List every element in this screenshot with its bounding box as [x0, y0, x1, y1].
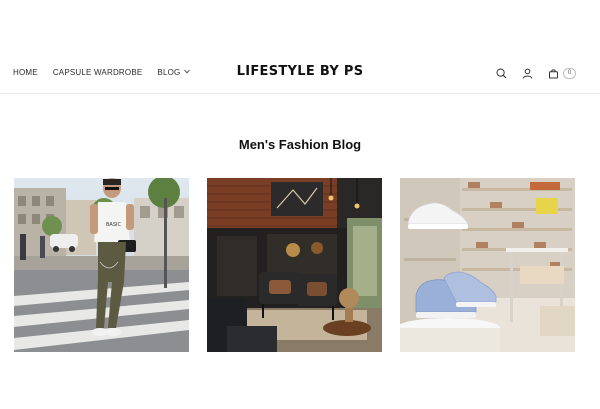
- site-header: HOME CAPSULE WARDROBE BLOG LIFESTYLE BY …: [0, 52, 600, 94]
- man-walking-street-photo: BASIC: [14, 178, 189, 352]
- main-nav: HOME CAPSULE WARDROBE BLOG: [13, 68, 191, 77]
- page-title: Men's Fashion Blog: [238, 137, 362, 152]
- cart-icon: [546, 66, 560, 80]
- header-icons: 0: [494, 66, 576, 80]
- nav-item-capsule-wardrobe[interactable]: CAPSULE WARDROBE: [53, 68, 143, 77]
- chevron-down-icon: [184, 69, 191, 76]
- cart-count-badge: 0: [563, 67, 576, 79]
- nav-item-home[interactable]: HOME: [13, 68, 38, 77]
- blog-card-street-style[interactable]: BASIC: [14, 178, 189, 352]
- nav-item-blog-label: BLOG: [157, 68, 181, 77]
- sneaker-store-display-photo: [400, 178, 575, 352]
- blog-card-interior[interactable]: [207, 178, 382, 352]
- site-logo[interactable]: LIFESTYLE BY PS: [237, 64, 364, 79]
- dark-lounge-interior-photo: [207, 178, 382, 352]
- svg-text:BASIC: BASIC: [106, 222, 121, 228]
- blog-card-sneakers[interactable]: [400, 178, 575, 352]
- cart-button[interactable]: 0: [546, 66, 576, 80]
- search-icon[interactable]: [494, 66, 508, 80]
- account-icon[interactable]: [520, 66, 534, 80]
- nav-item-blog[interactable]: BLOG: [157, 68, 191, 77]
